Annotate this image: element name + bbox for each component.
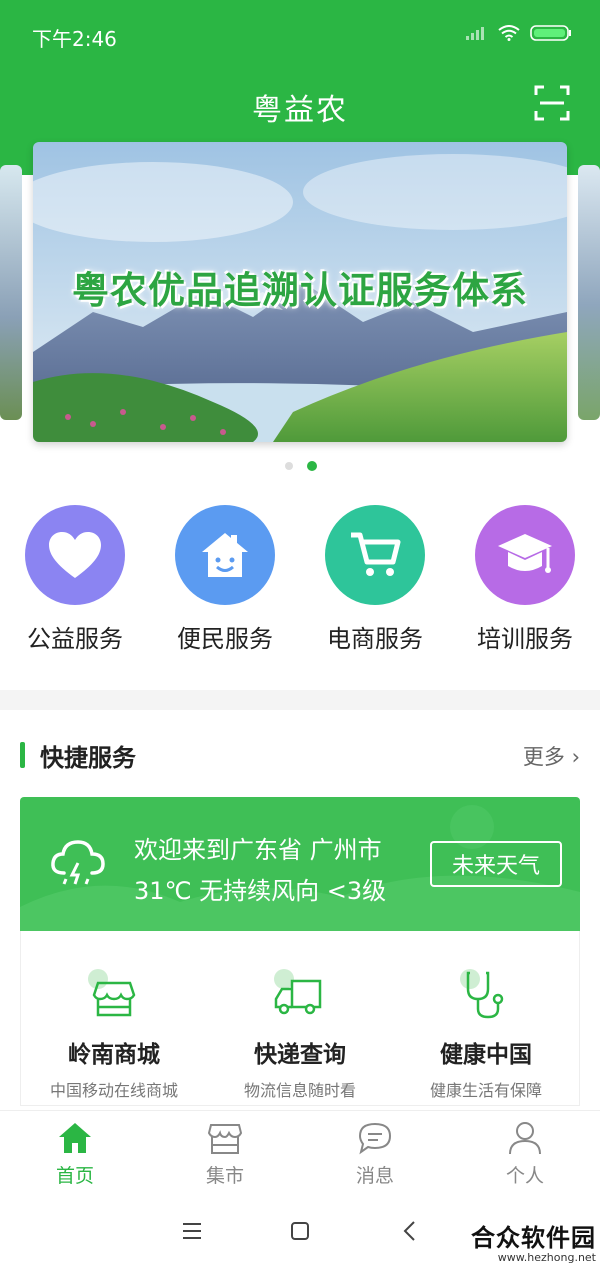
quick-item-subtitle: 物流信息随时看 <box>243 1081 356 1100</box>
service-public-welfare[interactable]: 公益服务 <box>0 505 150 654</box>
battery-icon <box>530 25 571 41</box>
tab-messages[interactable]: 消息 <box>300 1111 450 1200</box>
back-icon[interactable] <box>402 1220 416 1242</box>
quick-service-list: 岭南商城 中国移动在线商城 快递查询 物流信息随时看 健康中国 健康生活有保障 <box>20 931 580 1106</box>
tab-profile[interactable]: 个人 <box>450 1111 600 1200</box>
service-grid: 公益服务 便民服务 电商服务 培训服务 <box>0 505 600 654</box>
banner-prev-slide[interactable] <box>0 165 22 420</box>
section-title: 快捷服务 <box>40 744 136 772</box>
service-icon-circle <box>175 505 275 605</box>
truck-icon <box>274 969 322 1015</box>
service-ecommerce[interactable]: 电商服务 <box>300 505 450 654</box>
weather-location: 欢迎来到广东省 广州市 <box>134 836 382 864</box>
message-icon <box>358 1122 392 1155</box>
quick-item-subtitle: 中国移动在线商城 <box>49 1081 178 1100</box>
service-icon-circle <box>475 505 575 605</box>
service-label: 培训服务 <box>477 625 573 653</box>
tab-label: 消息 <box>355 1165 394 1187</box>
cart-icon <box>351 532 401 576</box>
heart-icon <box>49 532 101 578</box>
future-weather-button[interactable]: 未来天气 <box>430 841 562 887</box>
bottom-tab-bar: 首页 集市 消息 个人 <box>0 1110 600 1200</box>
tab-label: 个人 <box>505 1165 544 1187</box>
service-icon-circle <box>325 505 425 605</box>
quick-item-express-query[interactable]: 快递查询 物流信息随时看 <box>207 931 393 1105</box>
section-divider <box>0 690 600 710</box>
service-convenience[interactable]: 便民服务 <box>150 505 300 654</box>
quick-service-header: 快捷服务 更多 › <box>20 738 580 772</box>
banner-slide[interactable]: 粤农优品追溯认证服务体系 <box>33 142 567 442</box>
quick-item-subtitle: 健康生活有保障 <box>429 1081 542 1100</box>
quick-item-lingnan-mall[interactable]: 岭南商城 中国移动在线商城 <box>21 931 207 1105</box>
status-bar: 下午2:46 <box>0 0 600 70</box>
pagination-dot-active <box>307 461 317 471</box>
chevron-right-icon: › <box>571 745 580 769</box>
tab-home[interactable]: 首页 <box>0 1111 150 1200</box>
graduation-cap-icon <box>498 534 552 573</box>
pagination-dot <box>285 462 293 470</box>
service-label: 电商服务 <box>327 625 423 653</box>
banner-pagination <box>285 461 317 471</box>
menu-icon[interactable] <box>182 1222 202 1240</box>
quick-item-title: 岭南商城 <box>68 1042 160 1068</box>
person-icon <box>509 1122 541 1155</box>
weather-condition: 31℃ 无持续风向 <3级 <box>134 877 387 905</box>
quick-item-title: 健康中国 <box>440 1042 532 1068</box>
home-button-icon[interactable] <box>290 1221 310 1241</box>
status-time: 下午2:46 <box>32 27 117 51</box>
page-title: 粤益农 <box>252 93 348 128</box>
watermark: 合众软件园 www.hezhong.net <box>471 1218 596 1264</box>
section-accent-bar <box>20 742 25 768</box>
store-icon <box>88 969 136 1017</box>
tab-market[interactable]: 集市 <box>150 1111 300 1200</box>
stethoscope-icon <box>460 969 504 1019</box>
tab-label: 首页 <box>55 1165 94 1187</box>
house-icon <box>202 533 248 577</box>
banner-title: 粤农优品追溯认证服务体系 <box>72 269 528 312</box>
banner-next-slide[interactable] <box>578 165 600 420</box>
service-label: 公益服务 <box>27 625 123 653</box>
market-icon <box>207 1124 243 1154</box>
more-link[interactable]: 更多 › <box>523 741 580 771</box>
tab-label: 集市 <box>205 1165 244 1187</box>
service-label: 便民服务 <box>177 625 273 653</box>
watermark-name: 合众软件园 <box>471 1224 596 1252</box>
home-icon <box>59 1123 91 1153</box>
more-label: 更多 <box>522 745 565 769</box>
quick-item-title: 快递查询 <box>254 1042 346 1068</box>
scan-icon[interactable] <box>534 85 570 121</box>
signal-icon <box>466 27 484 40</box>
service-icon-circle <box>25 505 125 605</box>
weather-card: 欢迎来到广东省 广州市 31℃ 无持续风向 <3级 未来天气 <box>20 797 580 931</box>
quick-item-healthy-china[interactable]: 健康中国 健康生活有保障 <box>393 931 579 1105</box>
wifi-icon <box>498 25 520 41</box>
thunderstorm-icon <box>51 840 105 885</box>
service-training[interactable]: 培训服务 <box>450 505 600 654</box>
